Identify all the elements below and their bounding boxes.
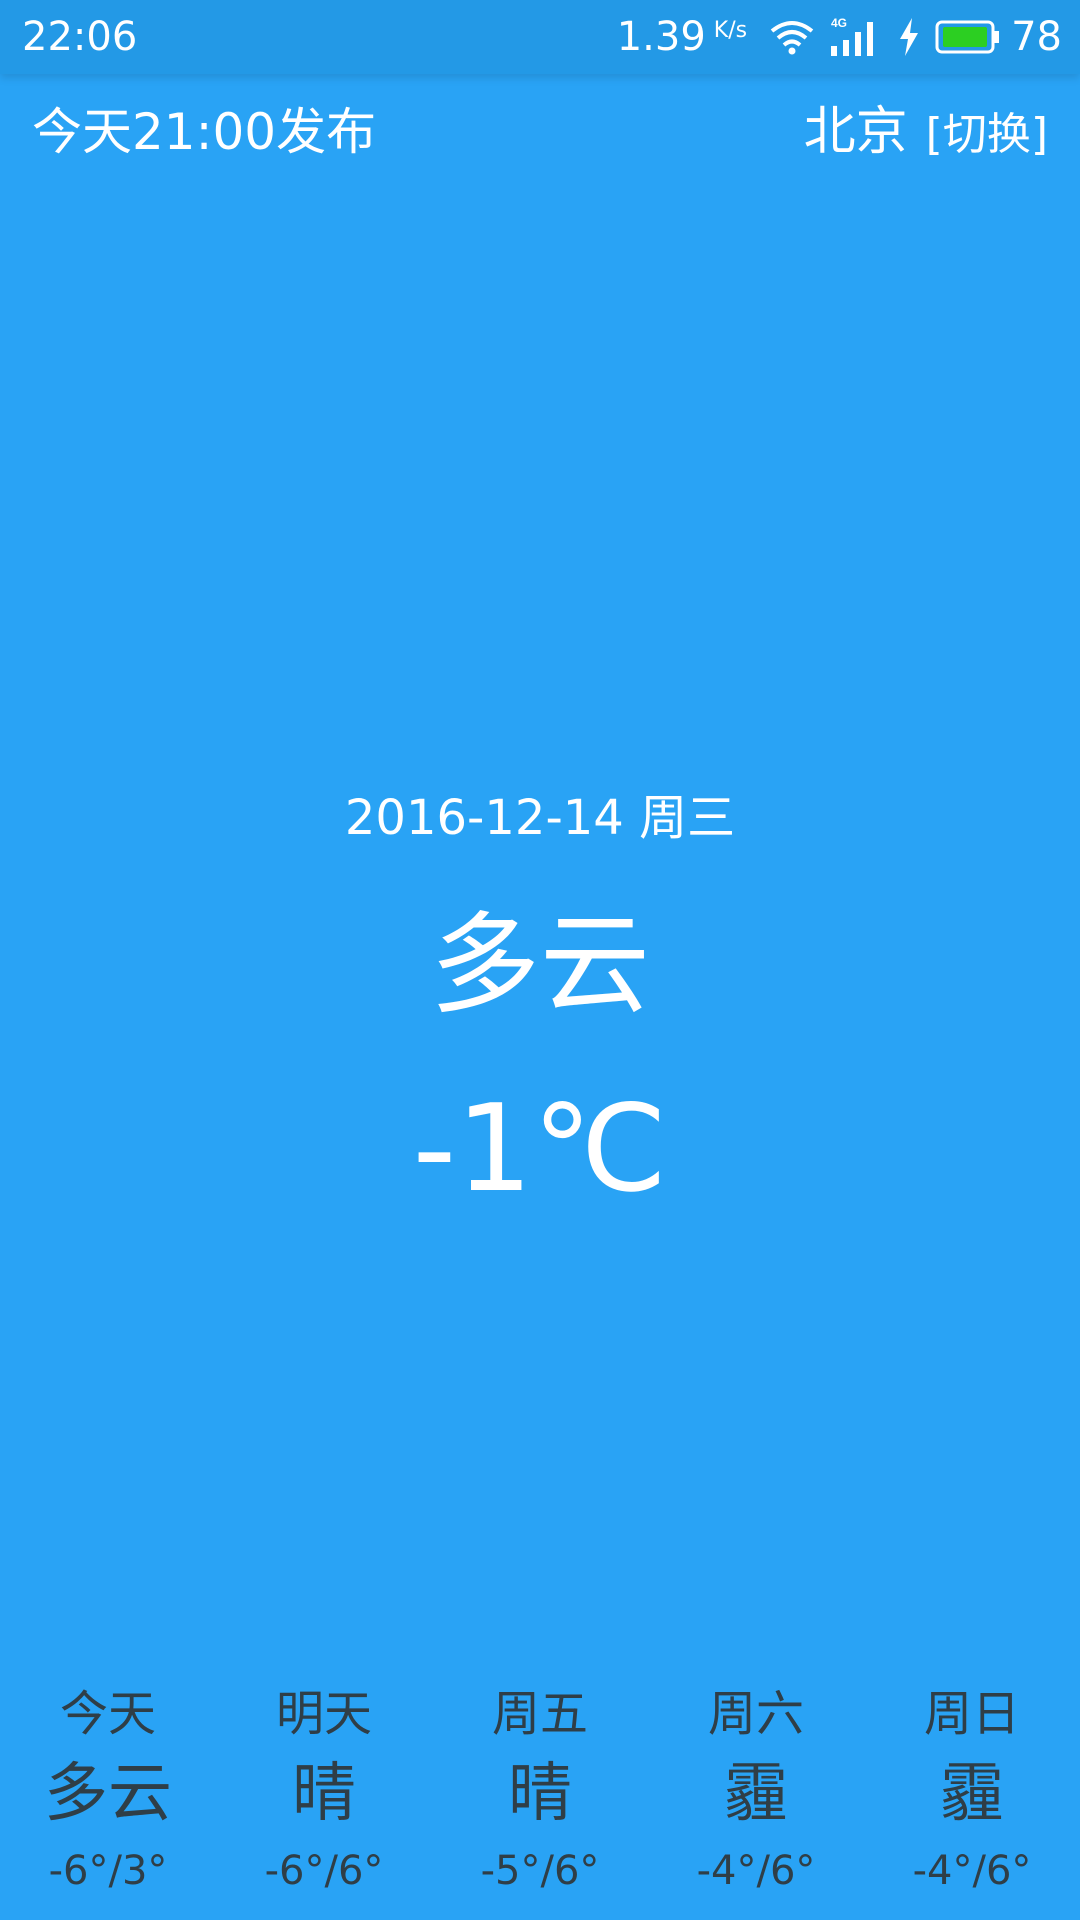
forecast-temp: -4°/6°	[696, 1848, 816, 1894]
forecast-item: 明天 晴 -6°/6°	[216, 1680, 432, 1920]
status-time: 22:06	[22, 14, 138, 60]
forecast-weather: 多云	[44, 1757, 172, 1831]
current-weather: 多云	[430, 901, 650, 1029]
header: 今天21:00发布 北京 [切换]	[0, 74, 1080, 194]
forecast-weather: 霾	[724, 1757, 788, 1831]
current-temperature: -1℃	[412, 1080, 668, 1219]
current-date: 2016-12-14 周三	[344, 790, 736, 846]
forecast-weather: 晴	[292, 1757, 356, 1831]
forecast-temp: -5°/6°	[480, 1848, 600, 1894]
battery-level: 78	[1011, 14, 1062, 60]
wifi-icon	[769, 19, 815, 55]
forecast-item: 周六 霾 -4°/6°	[648, 1680, 864, 1920]
publish-time: 今天21:00发布	[32, 103, 377, 161]
forecast-temp: -6°/3°	[48, 1848, 168, 1894]
switch-city-button[interactable]: [切换]	[926, 105, 1048, 165]
svg-text:4G: 4G	[831, 16, 847, 30]
forecast-temp: -4°/6°	[912, 1848, 1032, 1894]
forecast-temp: -6°/6°	[264, 1848, 384, 1894]
forecast-item: 周五 晴 -5°/6°	[432, 1680, 648, 1920]
forecast-item: 周日 霾 -4°/6°	[864, 1680, 1080, 1920]
city-name: 北京	[803, 102, 908, 162]
forecast-item: 今天 多云 -6°/3°	[0, 1680, 216, 1920]
battery-icon	[935, 20, 1001, 54]
forecast-day: 明天	[275, 1686, 372, 1742]
status-bar: 22:06 1.39 K/s 4G 78	[0, 0, 1080, 74]
city-selector: 北京 [切换]	[804, 102, 1048, 165]
forecast-day: 今天	[59, 1686, 156, 1742]
forecast-weather: 晴	[508, 1757, 572, 1831]
forecast-day: 周五	[491, 1686, 588, 1742]
forecast-day: 周日	[923, 1686, 1020, 1742]
status-indicators: 1.39 K/s 4G 78	[617, 12, 1062, 62]
charging-icon	[897, 18, 921, 56]
forecast-day: 周六	[707, 1686, 804, 1742]
forecast-list: 今天 多云 -6°/3° 明天 晴 -6°/6° 周五 晴 -5°/6° 周六 …	[0, 1680, 1080, 1920]
signal-4g-icon: 4G	[829, 16, 883, 58]
network-speed-unit: K/s	[713, 18, 748, 43]
network-speed: 1.39	[616, 14, 706, 60]
forecast-weather: 霾	[940, 1757, 1004, 1831]
